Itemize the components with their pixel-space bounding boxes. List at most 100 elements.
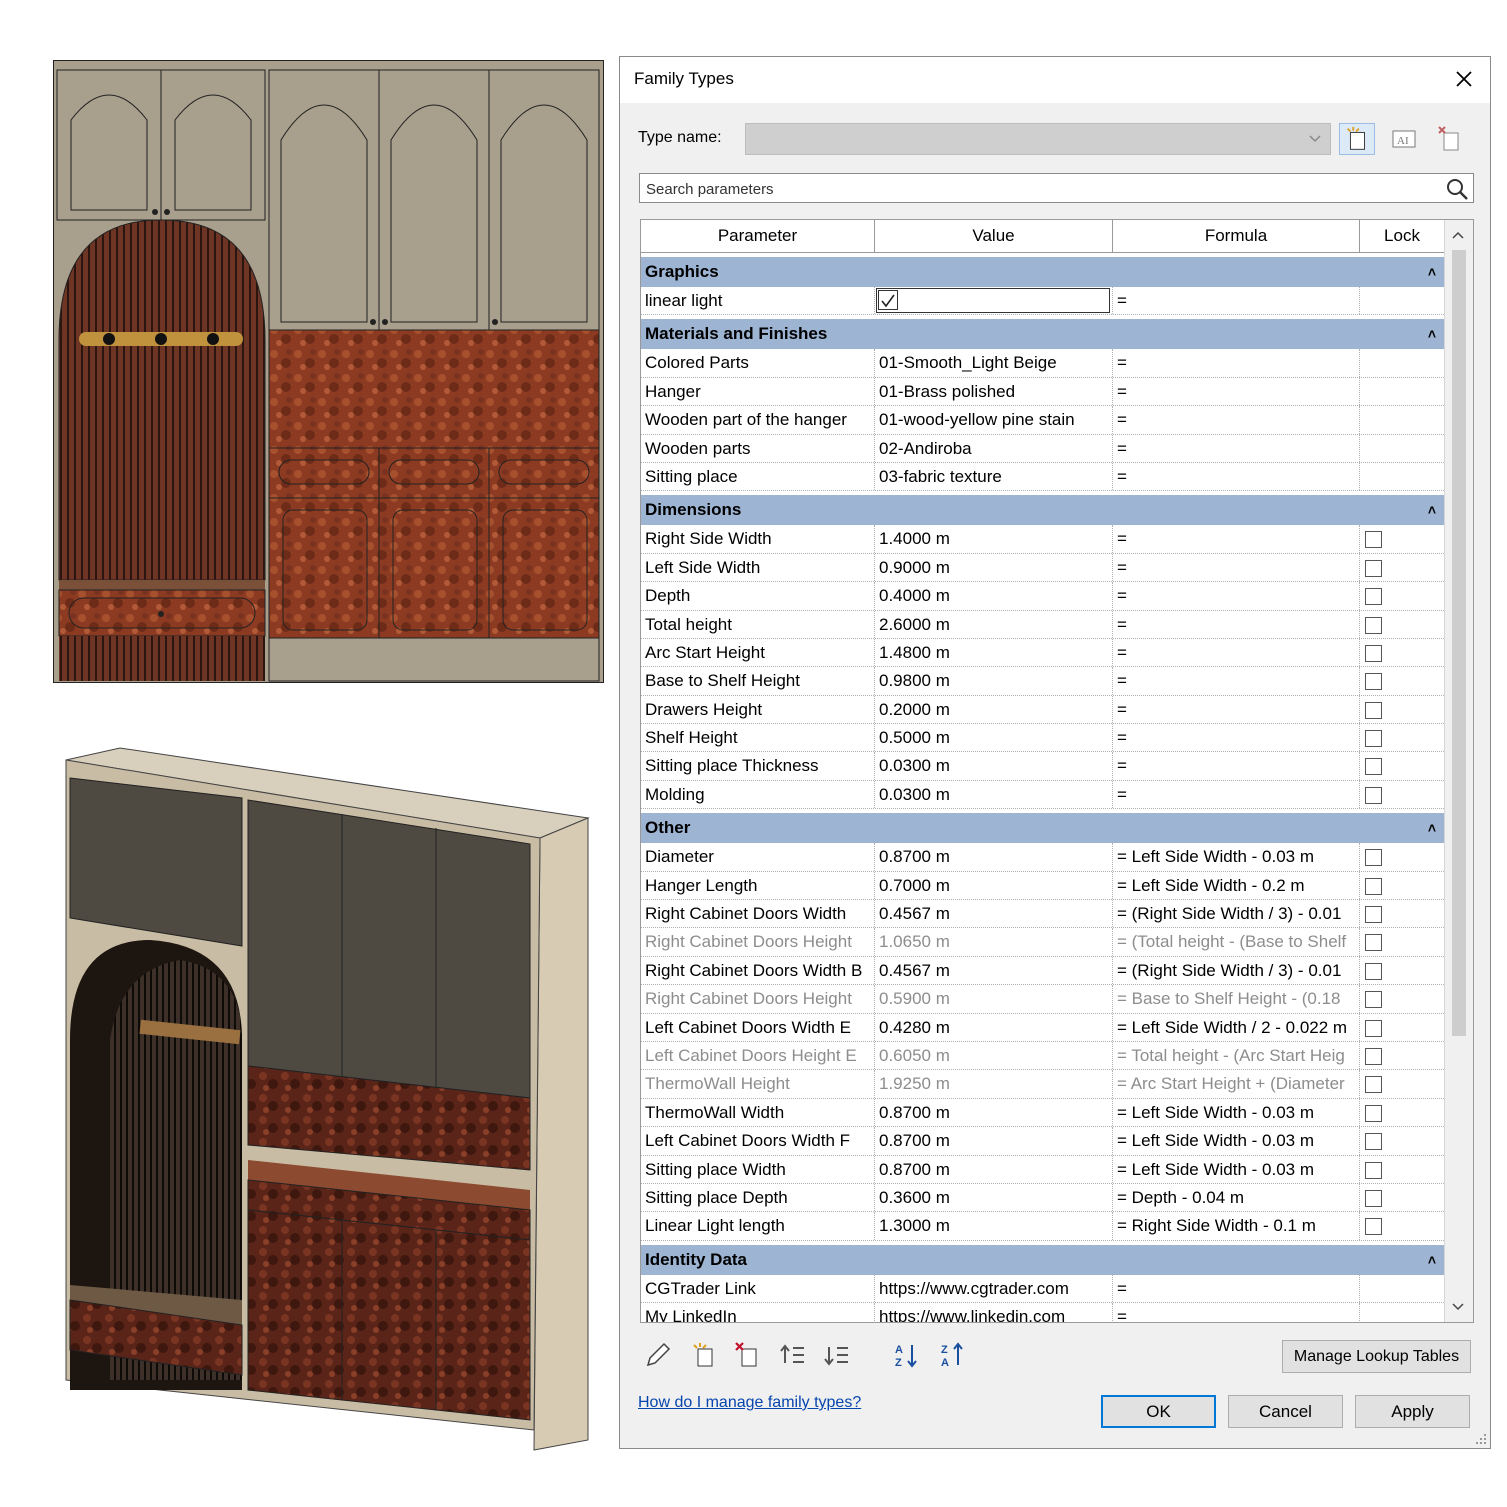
parameter-formula[interactable]: = Right Side Width - 0.1 m — [1113, 1212, 1360, 1240]
sort-descending-icon[interactable]: Z A — [938, 1339, 968, 1371]
parameter-formula[interactable]: = — [1113, 287, 1360, 315]
lock-checkbox[interactable] — [1365, 877, 1382, 895]
lock-checkbox[interactable] — [1365, 1047, 1382, 1065]
parameter-row[interactable]: Wooden part of the hanger 01-wood-yellow … — [641, 406, 1444, 435]
parameter-formula[interactable]: = — [1113, 724, 1360, 752]
group-header[interactable]: Materials and Finishes ˄ — [641, 319, 1444, 350]
collapse-icon[interactable]: ˄ — [1428, 495, 1436, 525]
parameter-value[interactable]: 0.3600 m — [875, 1183, 1113, 1212]
parameter-row[interactable]: Hanger Length 0.7000 m = Left Side Width -… — [641, 871, 1444, 901]
parameter-value[interactable]: 0.2000 m — [875, 695, 1113, 724]
scroll-up-icon[interactable] — [1450, 228, 1466, 244]
scroll-down-icon[interactable] — [1450, 1298, 1466, 1314]
parameter-value[interactable]: 2.6000 m — [875, 610, 1113, 638]
parameter-value[interactable]: 0.8700 m — [875, 1098, 1113, 1127]
vertical-scrollbar[interactable] — [1444, 220, 1473, 1322]
parameter-name[interactable]: Depth — [641, 582, 875, 610]
parameter-row[interactable]: Right Cabinet Doors Height 0.5900 m = Base… — [641, 985, 1444, 1014]
parameter-row[interactable]: ThermoWall Height 1.9250 m = Arc Start Hei… — [641, 1070, 1444, 1099]
parameter-value[interactable]: 0.4000 m — [875, 582, 1113, 610]
parameter-row[interactable]: Hanger 01-Brass polished = — [641, 377, 1444, 407]
parameter-value[interactable]: https://www.linkedin.com — [875, 1303, 1113, 1322]
parameter-formula[interactable]: = Depth - 0.04 m — [1113, 1183, 1360, 1212]
parameter-row[interactable]: Right Cabinet Doors Width B 0.4567 m = (Ri… — [641, 956, 1444, 986]
parameter-value[interactable]: 0.5900 m — [875, 985, 1113, 1013]
parameter-name[interactable]: Colored Parts — [641, 349, 875, 377]
parameter-row[interactable]: Right Cabinet Doors Width 0.4567 m = (Righ… — [641, 900, 1444, 929]
column-value[interactable]: Value — [875, 220, 1113, 252]
group-header[interactable]: Graphics ˄ — [641, 257, 1444, 287]
parameter-value[interactable]: 0.9800 m — [875, 667, 1113, 695]
type-name-dropdown[interactable] — [745, 123, 1331, 155]
search-input[interactable] — [644, 178, 1438, 200]
parameter-row[interactable]: Arc Start Height 1.4800 m = — [641, 638, 1444, 668]
parameter-name[interactable]: Right Cabinet Doors Height — [641, 985, 875, 1013]
parameter-value[interactable]: 02-Andiroba — [875, 434, 1113, 462]
parameter-name[interactable]: Sitting place Thickness — [641, 752, 875, 780]
parameter-row[interactable]: Left Cabinet Doors Height E 0.6050 m = Tot… — [641, 1041, 1444, 1071]
parameter-formula[interactable]: = Arc Start Height + (Diameter — [1113, 1070, 1360, 1098]
parameter-name[interactable]: Left Cabinet Doors Width E — [641, 1013, 875, 1041]
parameter-value[interactable]: 0.6050 m — [875, 1041, 1113, 1070]
lock-checkbox[interactable] — [1365, 758, 1382, 776]
parameter-name[interactable]: Base to Shelf Height — [641, 667, 875, 695]
parameter-name[interactable]: Sitting place Width — [641, 1155, 875, 1183]
parameter-name[interactable]: ThermoWall Width — [641, 1098, 875, 1127]
parameter-name[interactable]: Hanger Length — [641, 871, 875, 900]
rename-type-icon[interactable]: AI — [1386, 123, 1422, 155]
parameter-formula[interactable]: = — [1113, 610, 1360, 638]
scroll-thumb[interactable] — [1452, 250, 1466, 1036]
parameter-formula[interactable]: = — [1113, 582, 1360, 610]
parameter-name[interactable]: Drawers Height — [641, 695, 875, 724]
parameter-value[interactable]: https://www.cgtrader.com — [875, 1274, 1113, 1303]
move-up-icon[interactable] — [778, 1339, 808, 1371]
group-header[interactable]: Other ˄ — [641, 813, 1444, 844]
parameter-name[interactable]: Sitting place Depth — [641, 1183, 875, 1212]
collapse-icon[interactable]: ˄ — [1428, 1245, 1436, 1275]
parameter-row[interactable]: linear light = — [641, 287, 1444, 316]
lock-checkbox[interactable] — [1365, 991, 1382, 1009]
parameter-row[interactable]: Colored Parts 01-Smooth_Light Beige = — [641, 349, 1444, 378]
parameter-name[interactable]: Sitting place — [641, 462, 875, 491]
parameter-row[interactable]: CGTrader Link https://www.cgtrader.com = — [641, 1274, 1444, 1304]
lock-checkbox[interactable] — [1365, 934, 1382, 952]
parameter-value[interactable]: 0.8700 m — [875, 843, 1113, 871]
parameter-formula[interactable]: = Left Side Width - 0.03 m — [1113, 1155, 1360, 1183]
parameter-row[interactable]: Left Cabinet Doors Width E 0.4280 m = Left… — [641, 1013, 1444, 1042]
parameter-name[interactable]: Shelf Height — [641, 724, 875, 752]
parameter-formula[interactable]: = — [1113, 553, 1360, 582]
lock-checkbox[interactable] — [1365, 962, 1382, 980]
parameter-value[interactable]: 01-Smooth_Light Beige — [875, 349, 1113, 377]
parameter-row[interactable]: Sitting place Width 0.8700 m = Left Side W… — [641, 1155, 1444, 1184]
parameter-value[interactable]: 1.4800 m — [875, 638, 1113, 667]
parameter-name[interactable]: Hanger — [641, 377, 875, 406]
parameter-value[interactable]: 0.0300 m — [875, 752, 1113, 780]
parameter-value[interactable]: 01-wood-yellow pine stain — [875, 406, 1113, 434]
parameter-formula[interactable]: = — [1113, 406, 1360, 434]
parameter-formula[interactable]: = — [1113, 462, 1360, 491]
manage-lookup-tables-button[interactable]: Manage Lookup Tables — [1282, 1340, 1471, 1373]
pencil-icon[interactable] — [642, 1339, 672, 1371]
parameter-value[interactable]: 01-Brass polished — [875, 377, 1113, 406]
parameter-row[interactable]: Base to Shelf Height 0.9800 m = — [641, 667, 1444, 696]
value-checkbox[interactable] — [878, 290, 898, 310]
group-header[interactable]: Dimensions ˄ — [641, 495, 1444, 526]
lock-checkbox[interactable] — [1365, 1218, 1382, 1236]
parameter-name[interactable]: Diameter — [641, 843, 875, 871]
lock-checkbox[interactable] — [1365, 1161, 1382, 1179]
apply-button[interactable]: Apply — [1355, 1395, 1470, 1428]
lock-checkbox[interactable] — [1365, 531, 1382, 549]
parameter-formula[interactable]: = — [1113, 695, 1360, 724]
parameter-formula[interactable]: = — [1113, 525, 1360, 553]
group-header[interactable]: Identity Data ˄ — [641, 1244, 1444, 1275]
lock-checkbox[interactable] — [1365, 1076, 1382, 1094]
lock-checkbox[interactable] — [1365, 701, 1382, 719]
parameter-name[interactable]: Right Cabinet Doors Height — [641, 928, 875, 956]
parameter-formula[interactable]: = (Right Side Width / 3) - 0.01 — [1113, 900, 1360, 928]
parameter-row[interactable]: Drawers Height 0.2000 m = — [641, 695, 1444, 725]
parameter-row[interactable]: ThermoWall Width 0.8700 m = Left Side Widt… — [641, 1098, 1444, 1128]
parameter-value[interactable]: 1.4000 m — [875, 525, 1113, 553]
parameter-row[interactable]: Sitting place Depth 0.3600 m = Depth - 0.0… — [641, 1183, 1444, 1213]
parameter-formula[interactable]: = Base to Shelf Height - (0.18 — [1113, 985, 1360, 1013]
parameter-name[interactable]: Left Cabinet Doors Height E — [641, 1041, 875, 1070]
